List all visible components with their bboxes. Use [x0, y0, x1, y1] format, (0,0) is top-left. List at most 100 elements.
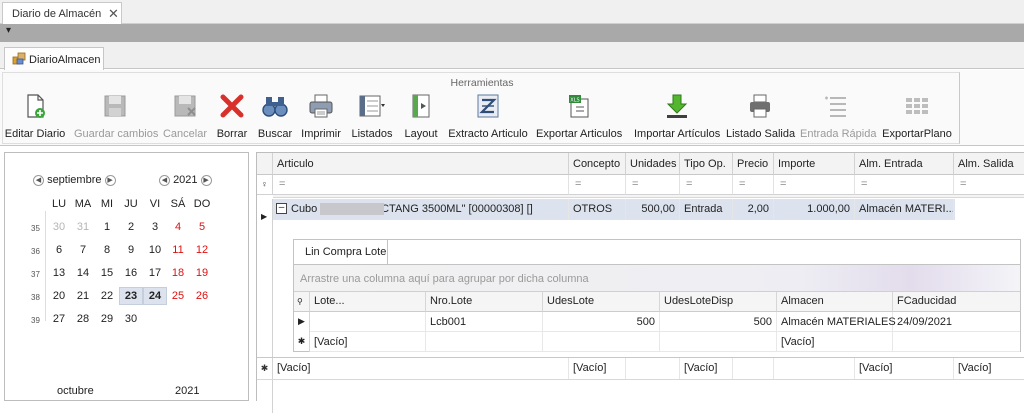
cell-tipo-op[interactable]: Entrada: [680, 199, 733, 220]
detail-header-nro-lote[interactable]: Nro.Lote: [426, 292, 543, 312]
cell-alm-entrada[interactable]: Almacén MATERI...: [855, 199, 954, 220]
detail-header-fcaducidad[interactable]: FCaducidad: [893, 292, 1020, 312]
detail-new-udes-lote-disp[interactable]: [660, 332, 777, 352]
filter-concepto[interactable]: =: [569, 175, 626, 195]
detail-cell-fcaducidad[interactable]: 24/09/2021: [893, 312, 1020, 332]
calendar-day[interactable]: 9: [119, 244, 143, 256]
cell-unidades[interactable]: 500,00: [626, 199, 680, 220]
detail-new-fcaducidad[interactable]: [893, 332, 1020, 352]
calendar-day[interactable]: 13: [47, 267, 71, 279]
layout-button[interactable]: Layout: [400, 92, 442, 142]
filter-importe[interactable]: =: [774, 175, 855, 195]
calendar-day[interactable]: 15: [95, 267, 119, 279]
listados-button[interactable]: Listados: [348, 92, 396, 142]
calendar-day[interactable]: 12: [190, 244, 214, 256]
filter-articulo[interactable]: =: [273, 175, 569, 195]
calendar-day[interactable]: 4: [166, 221, 190, 233]
detail-header-lote[interactable]: Lote...: [310, 292, 426, 312]
calendar-day-selected[interactable]: 24: [143, 287, 167, 305]
cancelar-button[interactable]: Cancelar: [160, 92, 210, 142]
calendar-day[interactable]: 22: [95, 290, 119, 302]
prev-year-icon[interactable]: ◀: [159, 174, 170, 186]
borrar-button[interactable]: Borrar: [214, 92, 250, 142]
column-header-alm-entrada[interactable]: Alm. Entrada: [855, 153, 954, 175]
next-month-icon[interactable]: ▶: [104, 174, 116, 186]
calendar-day[interactable]: 29: [95, 313, 119, 325]
buscar-button[interactable]: Buscar: [254, 92, 296, 142]
calendar-day[interactable]: 30: [47, 221, 71, 233]
calendar-day[interactable]: 10: [143, 244, 167, 256]
column-header-articulo[interactable]: Articulo: [273, 153, 569, 175]
column-header-importe[interactable]: Importe: [774, 153, 855, 175]
detail-header-udes-lote[interactable]: UdesLote: [543, 292, 660, 312]
column-header-precio[interactable]: Precio: [733, 153, 774, 175]
calendar-day[interactable]: 16: [119, 267, 143, 279]
calendar-day[interactable]: 30: [119, 313, 143, 325]
next-year-icon[interactable]: ▶: [200, 174, 212, 186]
calendar-day[interactable]: 5: [190, 221, 214, 233]
calendar-day[interactable]: 3: [143, 221, 167, 233]
detail-header-udes-lote-disp[interactable]: UdesLoteDisp: [660, 292, 777, 312]
column-header-unidades[interactable]: Unidades: [626, 153, 680, 175]
calendar-day[interactable]: 25: [166, 290, 190, 302]
column-header-alm-salida[interactable]: Alm. Salida: [954, 153, 1024, 175]
detail-cell-nro-lote[interactable]: Lcb001: [426, 312, 543, 332]
detail-new-lote[interactable]: [Vacío]: [310, 332, 426, 352]
calendar-day-selected[interactable]: 23: [119, 287, 143, 305]
calendar-day[interactable]: 19: [190, 267, 214, 279]
calendar-day[interactable]: 31: [71, 221, 95, 233]
cell-concepto[interactable]: OTROS: [569, 199, 626, 220]
detail-cell-almacen[interactable]: Almacén MATERIALES: [777, 312, 896, 332]
calendar-day[interactable]: 21: [71, 290, 95, 302]
calendar-day[interactable]: 18: [166, 267, 190, 279]
calendar-day[interactable]: 20: [47, 290, 71, 302]
detail-cell-udes-lote-disp[interactable]: 500: [660, 312, 777, 332]
calendar-day[interactable]: 11: [166, 244, 190, 256]
column-header-tipo-op[interactable]: Tipo Op.: [680, 153, 733, 175]
detail-new-nro-lote[interactable]: [426, 332, 543, 352]
group-by-panel[interactable]: Arrastre una columna aquí para agrupar p…: [294, 264, 1020, 292]
importar-articulos-button[interactable]: Importar Artículos: [634, 92, 720, 142]
cell-importe[interactable]: 1.000,00: [774, 199, 855, 220]
column-header-concepto[interactable]: Concepto: [569, 153, 626, 175]
filter-tipo-op[interactable]: =: [680, 175, 733, 195]
new-cell-articulo[interactable]: [Vacío]: [273, 358, 569, 379]
editar-diario-button[interactable]: Editar Diario: [4, 92, 66, 142]
detail-cell-udes-lote[interactable]: 500: [543, 312, 660, 332]
new-cell-alm-entrada[interactable]: [Vacío]: [855, 358, 954, 379]
calendar-day[interactable]: 1: [95, 221, 119, 233]
new-cell-alm-salida[interactable]: [Vacío]: [954, 358, 1024, 379]
calendar-day[interactable]: 6: [47, 244, 71, 256]
extracto-articulo-button[interactable]: Extracto Articulo: [446, 92, 530, 142]
detail-header-almacen[interactable]: Almacen: [777, 292, 893, 312]
detail-cell-lote[interactable]: [310, 312, 426, 332]
new-cell-importe[interactable]: [774, 358, 855, 379]
new-cell-tipo-op[interactable]: [Vacío]: [680, 358, 733, 379]
close-icon[interactable]: ✕: [108, 6, 119, 22]
calendar-day[interactable]: 2: [119, 221, 143, 233]
new-cell-concepto[interactable]: [Vacío]: [569, 358, 626, 379]
calendar-day[interactable]: 28: [71, 313, 95, 325]
imprimir-button[interactable]: Imprimir: [298, 92, 344, 142]
detail-new-almacen[interactable]: [Vacío]: [777, 332, 893, 352]
detail-tab[interactable]: Lin Compra Lote: [294, 240, 388, 264]
cell-precio[interactable]: 2,00: [733, 199, 774, 220]
calendar-day[interactable]: 14: [71, 267, 95, 279]
filter-precio[interactable]: =: [733, 175, 774, 195]
filter-alm-entrada[interactable]: =: [855, 175, 954, 195]
filter-alm-salida[interactable]: =: [954, 175, 1024, 195]
ribbon-page-tab[interactable]: DiarioAlmacen: [4, 47, 104, 70]
calendar-day[interactable]: 27: [47, 313, 71, 325]
detail-new-udes-lote[interactable]: [543, 332, 660, 352]
exportar-plano-button[interactable]: ExportarPlano: [880, 92, 954, 142]
document-tab[interactable]: Diario de Almacén ✕: [2, 2, 122, 24]
collapse-row-icon[interactable]: –: [276, 203, 287, 214]
new-cell-unidades[interactable]: [626, 358, 680, 379]
customize-dropdown-icon[interactable]: ▾: [6, 25, 11, 36]
prev-month-icon[interactable]: ◀: [33, 174, 44, 186]
calendar-day[interactable]: 7: [71, 244, 95, 256]
calendar-day[interactable]: 26: [190, 290, 214, 302]
month-label[interactable]: septiembre: [47, 174, 101, 186]
year-label[interactable]: 2021: [173, 174, 197, 186]
filter-unidades[interactable]: =: [626, 175, 680, 195]
